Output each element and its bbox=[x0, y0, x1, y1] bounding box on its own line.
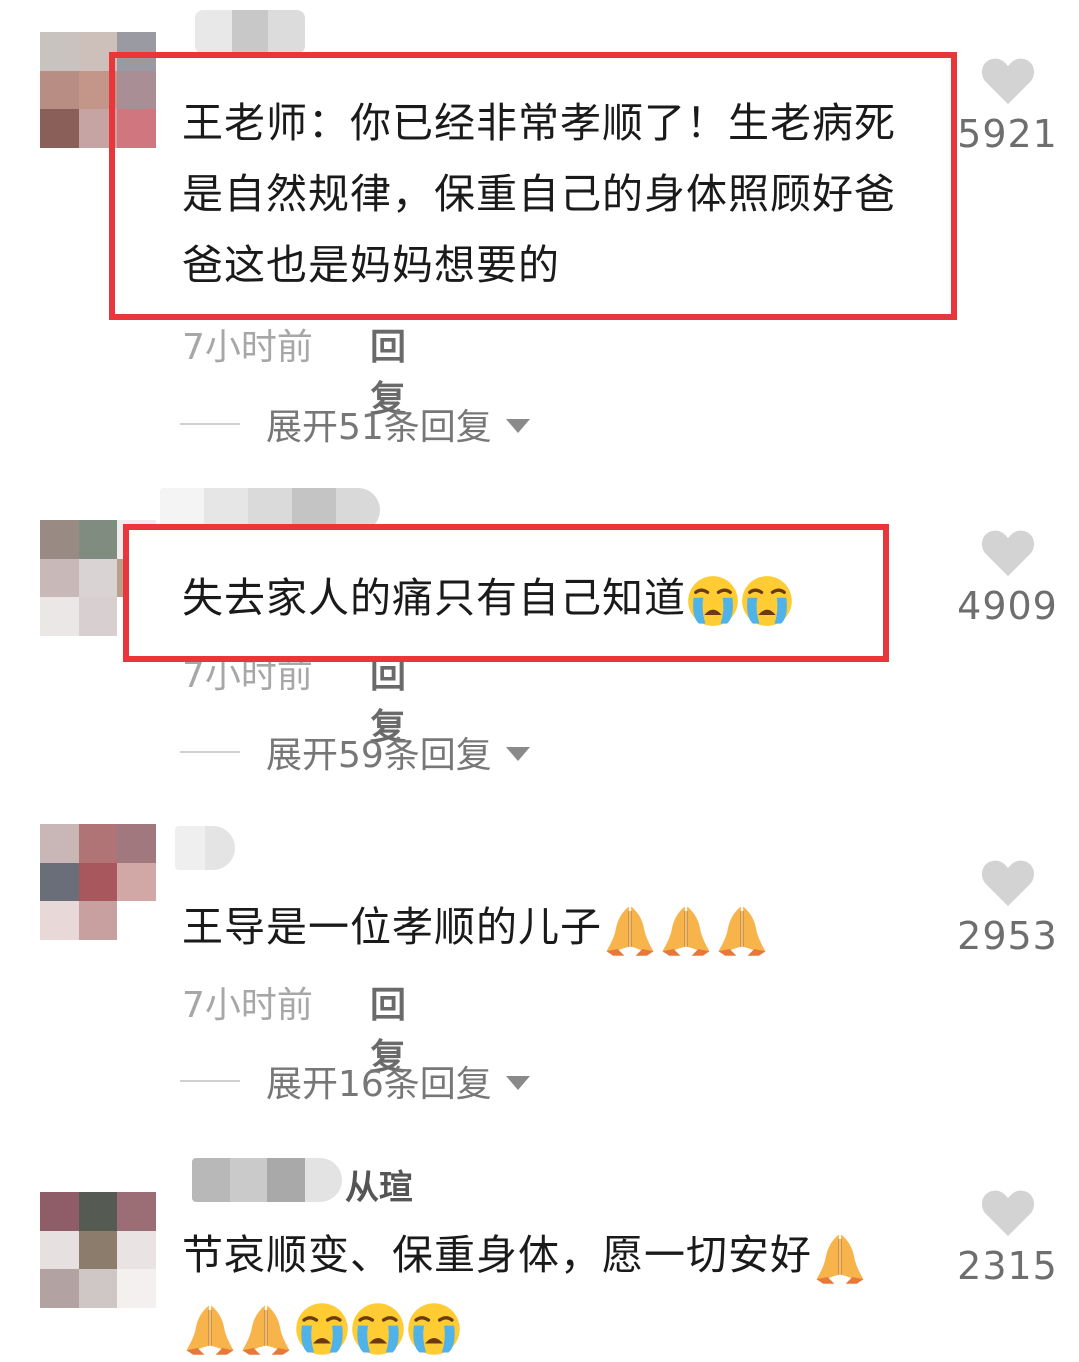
username-blurred[interactable] bbox=[192, 1158, 342, 1202]
username-suffix[interactable]: 从瑄 bbox=[345, 1160, 413, 1209]
like-button[interactable]: 2953 bbox=[955, 858, 1060, 958]
expand-replies[interactable]: 展开16条回复 bbox=[180, 1059, 530, 1105]
like-button[interactable]: 5921 bbox=[955, 56, 1060, 156]
expand-replies-label[interactable]: 展开16条回复 bbox=[266, 1055, 492, 1107]
comment-text: 王导是一位孝顺的儿子 bbox=[182, 892, 912, 963]
crying-emoji bbox=[294, 1301, 350, 1357]
username-blurred[interactable] bbox=[195, 10, 305, 54]
praying-hands-emoji bbox=[714, 902, 770, 958]
expand-replies-label[interactable]: 展开51条回复 bbox=[266, 398, 492, 450]
praying-hands-emoji bbox=[602, 902, 658, 958]
expand-replies-label[interactable]: 展开59条回复 bbox=[266, 726, 492, 778]
comment-time: 7小时前 bbox=[182, 985, 313, 1026]
chevron-down-icon[interactable] bbox=[505, 747, 530, 761]
like-button[interactable]: 4909 bbox=[955, 528, 1060, 628]
heart-icon[interactable] bbox=[980, 858, 1036, 908]
avatar[interactable] bbox=[40, 1192, 156, 1308]
like-count: 2315 bbox=[957, 1244, 1058, 1288]
praying-hands-emoji bbox=[182, 1301, 238, 1357]
username-blurred[interactable] bbox=[175, 826, 235, 870]
divider-line bbox=[180, 423, 240, 425]
like-count: 4909 bbox=[957, 584, 1058, 628]
expand-replies[interactable]: 展开51条回复 bbox=[180, 402, 530, 448]
praying-hands-emoji bbox=[812, 1230, 868, 1286]
highlight-box bbox=[123, 524, 889, 662]
like-button[interactable]: 2315 bbox=[955, 1188, 1060, 1288]
avatar[interactable] bbox=[40, 824, 156, 940]
like-count: 5921 bbox=[957, 112, 1058, 156]
chevron-down-icon[interactable] bbox=[505, 1076, 530, 1090]
heart-icon[interactable] bbox=[980, 56, 1036, 106]
praying-hands-emoji bbox=[658, 902, 714, 958]
crying-emoji bbox=[406, 1301, 462, 1357]
divider-line bbox=[180, 1080, 240, 1082]
highlight-box bbox=[109, 52, 957, 320]
heart-icon[interactable] bbox=[980, 528, 1036, 578]
chevron-down-icon[interactable] bbox=[505, 419, 530, 433]
crying-emoji bbox=[350, 1301, 406, 1357]
like-count: 2953 bbox=[957, 914, 1058, 958]
comment-text: 节哀顺变、保重身体，愿一切安好 bbox=[182, 1220, 912, 1362]
comment-meta: 7小时前 回复 bbox=[182, 976, 406, 1078]
divider-line bbox=[180, 751, 240, 753]
heart-icon[interactable] bbox=[980, 1188, 1036, 1238]
expand-replies[interactable]: 展开59条回复 bbox=[180, 730, 530, 776]
comment-meta: 7小时前 回复 bbox=[182, 318, 406, 420]
comment-time: 7小时前 bbox=[182, 327, 313, 368]
praying-hands-emoji bbox=[238, 1301, 294, 1357]
